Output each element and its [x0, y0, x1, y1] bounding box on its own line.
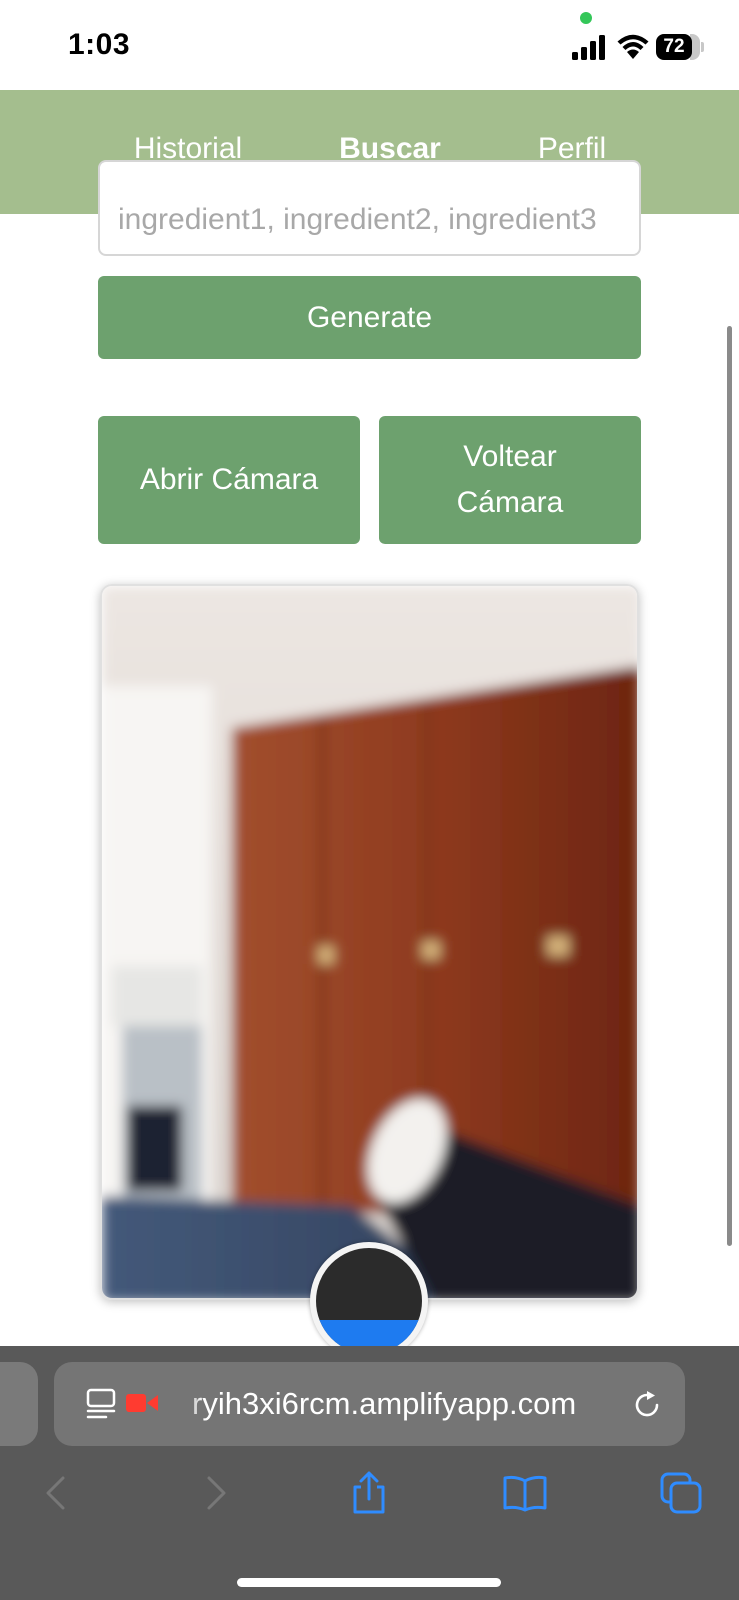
- share-icon[interactable]: [346, 1470, 392, 1516]
- home-indicator: [237, 1578, 501, 1587]
- previous-tab-preview[interactable]: [0, 1362, 38, 1446]
- camera-preview: [100, 584, 639, 1300]
- video-recording-icon[interactable]: [126, 1392, 158, 1414]
- battery-level: 72: [656, 34, 692, 60]
- status-time: 1:03: [68, 28, 131, 61]
- signal-icon: [572, 35, 605, 60]
- ingredients-input[interactable]: [118, 200, 628, 240]
- capture-button[interactable]: [310, 1242, 428, 1360]
- page-scrollbar[interactable]: [727, 326, 732, 1246]
- url-text[interactable]: ryih3xi6rcm.amplifyapp.com: [192, 1386, 576, 1422]
- bookmarks-icon[interactable]: [502, 1470, 548, 1516]
- flip-camera-button[interactable]: Voltear Cámara: [379, 416, 641, 544]
- reload-icon[interactable]: [630, 1388, 664, 1422]
- browser-toolbar: ryih3xi6rcm.amplifyapp.com: [0, 1346, 739, 1600]
- battery-icon: 72: [656, 34, 704, 60]
- open-camera-button[interactable]: Abrir Cámara: [98, 416, 360, 544]
- wifi-icon: [617, 34, 649, 59]
- tabs-icon[interactable]: [658, 1470, 704, 1516]
- camera-feed-image: [102, 586, 637, 1298]
- ingredients-field: [98, 160, 641, 256]
- camera-in-use-dot: [580, 12, 592, 24]
- status-bar: 1:03 72: [0, 0, 739, 90]
- address-bar[interactable]: ryih3xi6rcm.amplifyapp.com: [54, 1362, 685, 1446]
- forward-icon[interactable]: [192, 1470, 238, 1516]
- back-icon[interactable]: [34, 1470, 80, 1516]
- generate-button[interactable]: Generate: [98, 276, 641, 359]
- reader-icon[interactable]: [86, 1388, 116, 1420]
